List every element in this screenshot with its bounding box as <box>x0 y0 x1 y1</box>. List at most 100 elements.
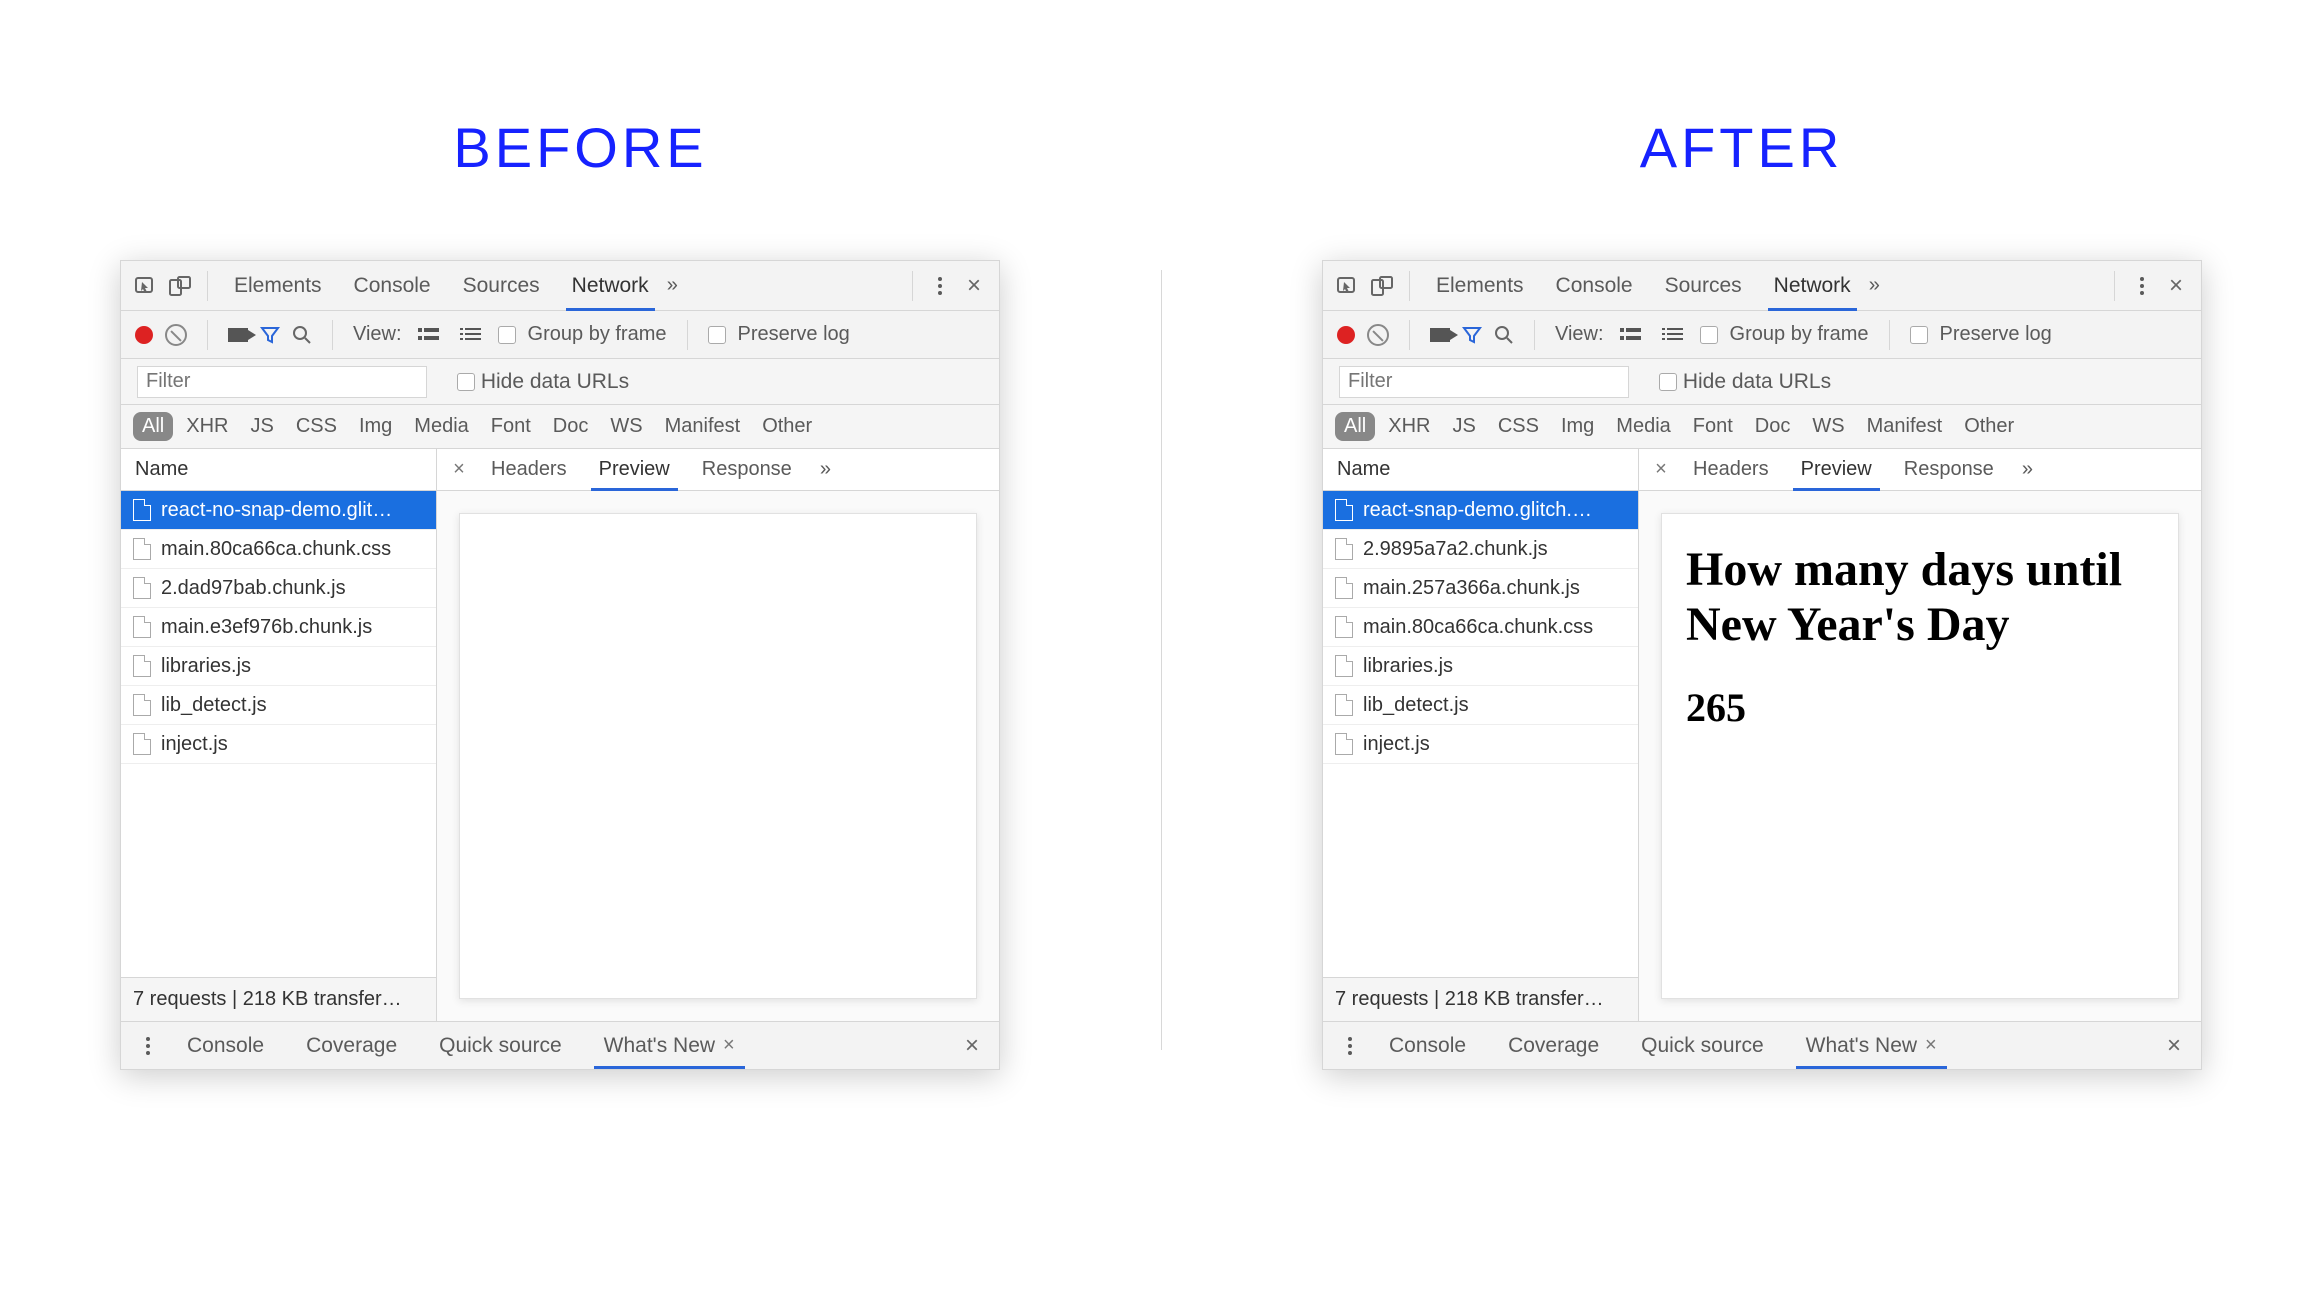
clear-icon[interactable] <box>165 324 187 346</box>
close-drawer-icon[interactable]: × <box>957 1031 987 1061</box>
type-filter-media[interactable]: Media <box>1607 412 1679 441</box>
clear-icon[interactable] <box>1367 324 1389 346</box>
filter-input[interactable] <box>137 366 427 398</box>
type-filter-js[interactable]: JS <box>1443 412 1484 441</box>
large-rows-icon[interactable] <box>1616 320 1646 350</box>
type-filter-css[interactable]: CSS <box>287 412 346 441</box>
request-row[interactable]: lib_detect.js <box>1323 686 1638 725</box>
tab-sources[interactable]: Sources <box>449 261 554 310</box>
close-detail-icon[interactable]: × <box>1647 458 1675 481</box>
group-by-frame-checkbox[interactable] <box>498 326 516 344</box>
detail-tab-headers[interactable]: Headers <box>477 449 581 490</box>
type-filter-ws[interactable]: WS <box>601 412 651 441</box>
request-row[interactable]: main.e3ef976b.chunk.js <box>121 608 436 647</box>
detail-tab-response[interactable]: Response <box>1890 449 2008 490</box>
type-filter-img[interactable]: Img <box>1552 412 1603 441</box>
tab-elements[interactable]: Elements <box>1422 261 1538 310</box>
close-detail-icon[interactable]: × <box>445 458 473 481</box>
record-icon[interactable] <box>1337 326 1355 344</box>
request-row[interactable]: main.257a366a.chunk.js <box>1323 569 1638 608</box>
hide-data-urls-checkbox[interactable] <box>1659 373 1677 391</box>
drawer-tab-coverage[interactable]: Coverage <box>1490 1022 1617 1069</box>
close-drawer-tab-icon[interactable]: × <box>723 1034 735 1057</box>
type-filter-xhr[interactable]: XHR <box>1379 412 1439 441</box>
filter-toggle-icon[interactable] <box>260 325 280 345</box>
request-row[interactable]: 2.9895a7a2.chunk.js <box>1323 530 1638 569</box>
type-filter-js[interactable]: JS <box>241 412 282 441</box>
drawer-tab-console[interactable]: Console <box>169 1022 282 1069</box>
hide-data-urls-checkbox[interactable] <box>457 373 475 391</box>
screenshot-icon[interactable] <box>1430 328 1450 342</box>
more-tabs-icon[interactable]: » <box>1869 274 1880 297</box>
drawer-tab-coverage[interactable]: Coverage <box>288 1022 415 1069</box>
type-filter-all[interactable]: All <box>1335 412 1375 441</box>
tab-console[interactable]: Console <box>1542 261 1647 310</box>
record-icon[interactable] <box>135 326 153 344</box>
drawer-menu-icon[interactable] <box>1335 1031 1365 1061</box>
inspect-icon[interactable] <box>131 271 161 301</box>
name-column-header[interactable]: Name <box>121 449 436 491</box>
request-row[interactable]: react-no-snap-demo.glit… <box>121 491 436 530</box>
type-filter-doc[interactable]: Doc <box>1746 412 1800 441</box>
request-row[interactable]: libraries.js <box>121 647 436 686</box>
filter-toggle-icon[interactable] <box>1462 325 1482 345</box>
preserve-log-checkbox[interactable] <box>1910 326 1928 344</box>
detail-tab-headers[interactable]: Headers <box>1679 449 1783 490</box>
close-drawer-icon[interactable]: × <box>2159 1031 2189 1061</box>
request-row[interactable]: lib_detect.js <box>121 686 436 725</box>
request-row[interactable]: main.80ca66ca.chunk.css <box>1323 608 1638 647</box>
small-rows-icon[interactable] <box>456 320 486 350</box>
more-tabs-icon[interactable]: » <box>667 274 678 297</box>
group-by-frame-checkbox[interactable] <box>1700 326 1718 344</box>
request-row[interactable]: inject.js <box>121 725 436 764</box>
request-row[interactable]: react-snap-demo.glitch.… <box>1323 491 1638 530</box>
close-devtools-icon[interactable]: × <box>959 271 989 301</box>
more-detail-tabs-icon[interactable]: » <box>2012 458 2043 481</box>
type-filter-img[interactable]: Img <box>350 412 401 441</box>
tab-elements[interactable]: Elements <box>220 261 336 310</box>
detail-tab-preview[interactable]: Preview <box>585 449 684 490</box>
drawer-tab-what-s-new[interactable]: What's New × <box>586 1022 753 1069</box>
filter-input[interactable] <box>1339 366 1629 398</box>
drawer-tab-quick-source[interactable]: Quick source <box>421 1022 580 1069</box>
drawer-tab-quick-source[interactable]: Quick source <box>1623 1022 1782 1069</box>
small-rows-icon[interactable] <box>1658 320 1688 350</box>
drawer-tab-console[interactable]: Console <box>1371 1022 1484 1069</box>
device-toggle-icon[interactable] <box>165 271 195 301</box>
device-toggle-icon[interactable] <box>1367 271 1397 301</box>
type-filter-ws[interactable]: WS <box>1803 412 1853 441</box>
type-filter-all[interactable]: All <box>133 412 173 441</box>
more-detail-tabs-icon[interactable]: » <box>810 458 841 481</box>
tab-console[interactable]: Console <box>340 261 445 310</box>
request-row[interactable]: inject.js <box>1323 725 1638 764</box>
kebab-menu-icon[interactable] <box>2127 271 2157 301</box>
tab-sources[interactable]: Sources <box>1651 261 1756 310</box>
type-filter-doc[interactable]: Doc <box>544 412 598 441</box>
name-column-header[interactable]: Name <box>1323 449 1638 491</box>
screenshot-icon[interactable] <box>228 328 248 342</box>
tab-network[interactable]: Network <box>1760 261 1865 310</box>
type-filter-css[interactable]: CSS <box>1489 412 1548 441</box>
inspect-icon[interactable] <box>1333 271 1363 301</box>
type-filter-other[interactable]: Other <box>753 412 821 441</box>
request-row[interactable]: main.80ca66ca.chunk.css <box>121 530 436 569</box>
type-filter-font[interactable]: Font <box>1684 412 1742 441</box>
drawer-menu-icon[interactable] <box>133 1031 163 1061</box>
close-devtools-icon[interactable]: × <box>2161 271 2191 301</box>
type-filter-xhr[interactable]: XHR <box>177 412 237 441</box>
request-row[interactable]: 2.dad97bab.chunk.js <box>121 569 436 608</box>
type-filter-font[interactable]: Font <box>482 412 540 441</box>
request-row[interactable]: libraries.js <box>1323 647 1638 686</box>
search-icon[interactable] <box>292 325 312 345</box>
drawer-tab-what-s-new[interactable]: What's New × <box>1788 1022 1955 1069</box>
type-filter-manifest[interactable]: Manifest <box>1858 412 1952 441</box>
detail-tab-preview[interactable]: Preview <box>1787 449 1886 490</box>
search-icon[interactable] <box>1494 325 1514 345</box>
preserve-log-checkbox[interactable] <box>708 326 726 344</box>
type-filter-other[interactable]: Other <box>1955 412 2023 441</box>
large-rows-icon[interactable] <box>414 320 444 350</box>
kebab-menu-icon[interactable] <box>925 271 955 301</box>
type-filter-manifest[interactable]: Manifest <box>656 412 750 441</box>
detail-tab-response[interactable]: Response <box>688 449 806 490</box>
tab-network[interactable]: Network <box>558 261 663 310</box>
